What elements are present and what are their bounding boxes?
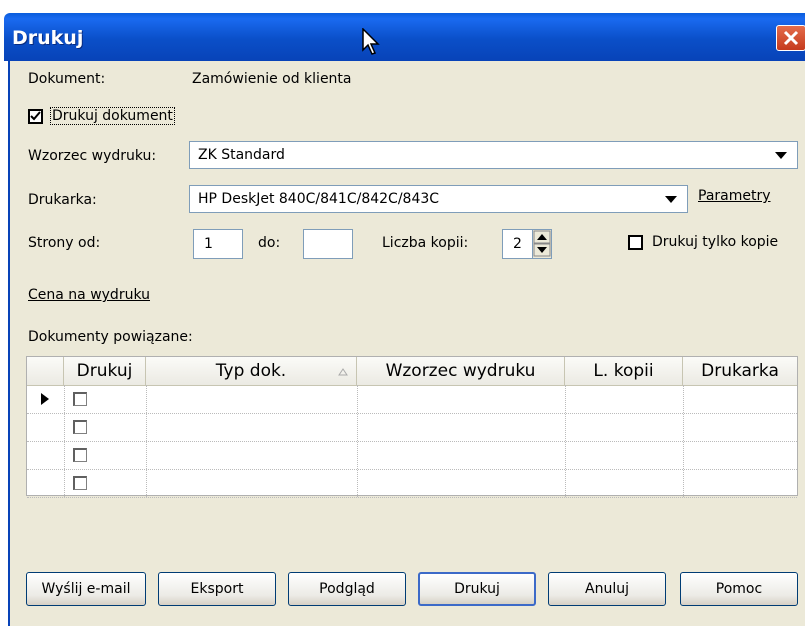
do-label: do: (258, 235, 281, 251)
table-row[interactable] (27, 441, 797, 470)
table-row[interactable] (27, 385, 797, 414)
eksport-button[interactable]: Eksport (158, 572, 276, 606)
drukarka-value: HP DeskJet 840C/841C/842C/843C (198, 191, 440, 207)
column-header-drukarka[interactable]: Drukarka (683, 357, 797, 385)
wzorzec-combo[interactable]: ZK Standard (189, 141, 798, 169)
column-header-wzorzec[interactable]: Wzorzec wydruku (357, 357, 565, 385)
dokument-value: Zamówienie od klienta (192, 71, 352, 87)
dialog-body: Dokument: Zamówienie od klienta Drukuj d… (8, 61, 805, 626)
kopie-spinner[interactable] (532, 230, 551, 258)
anuluj-button[interactable]: Anuluj (548, 572, 666, 606)
send-email-button[interactable]: Wyślij e-mail (26, 572, 146, 606)
grid-header: Drukuj Typ dok. Wzorzec wydruku L. kopii… (27, 357, 797, 386)
column-header-typ-dok-label: Typ dok. (215, 361, 287, 381)
spinner-arrows-icon[interactable] (533, 230, 551, 258)
table-row[interactable] (27, 413, 797, 442)
strony-do-input[interactable] (303, 229, 353, 259)
drukuj-dokument-label: Drukuj dokument (50, 107, 175, 125)
row-drukuj-checkbox[interactable] (73, 392, 87, 406)
column-header-l-kopii[interactable]: L. kopii (565, 357, 683, 385)
row-drukuj-checkbox[interactable] (73, 420, 87, 434)
parametry-link[interactable]: Parametry (698, 188, 771, 204)
strony-od-label: Strony od: (28, 235, 101, 251)
drukuj-dokument-box[interactable] (28, 109, 43, 124)
tylko-kopie-label: Drukuj tylko kopie (652, 234, 779, 250)
drukuj-button[interactable]: Drukuj (418, 572, 536, 606)
title-bar: Drukuj (0, 0, 805, 62)
podglad-button[interactable]: Podgląd (288, 572, 406, 606)
window-title: Drukuj (12, 27, 84, 49)
dropdown-arrow-icon[interactable] (775, 152, 787, 159)
checkmark-icon (30, 111, 41, 121)
pomoc-button[interactable]: Pomoc (680, 572, 798, 606)
liczba-kopii-input[interactable]: 2 (502, 229, 552, 259)
drukarka-label: Drukarka: (28, 192, 97, 208)
row-drukuj-checkbox[interactable] (73, 476, 87, 490)
mouse-cursor-icon (362, 28, 380, 55)
strony-od-value: 1 (204, 236, 213, 252)
tylko-kopie-box[interactable] (628, 235, 643, 250)
current-row-arrow-icon (41, 393, 49, 405)
dokument-label: Dokument: (28, 71, 106, 87)
sort-ascending-icon (338, 368, 348, 376)
dropdown-arrow-icon[interactable] (665, 196, 677, 203)
close-icon (783, 30, 799, 46)
column-header-drukuj[interactable]: Drukuj (64, 357, 146, 385)
row-drukuj-checkbox[interactable] (73, 448, 87, 462)
drukarka-combo[interactable]: HP DeskJet 840C/841C/842C/843C (189, 185, 688, 213)
strony-od-input[interactable]: 1 (193, 229, 243, 259)
liczba-kopii-label: Liczba kopii: (382, 235, 469, 251)
wzorzec-value: ZK Standard (198, 147, 285, 163)
wzorzec-label: Wzorzec wydruku: (28, 148, 157, 164)
liczba-kopii-value: 2 (513, 236, 522, 252)
cena-na-wydruku-link[interactable]: Cena na wydruku (28, 287, 150, 303)
drukuj-dokument-checkbox[interactable]: Drukuj dokument (28, 105, 208, 125)
close-button[interactable] (776, 25, 805, 51)
related-documents-grid: Drukuj Typ dok. Wzorzec wydruku L. kopii… (26, 356, 798, 498)
title-bar-background (4, 13, 805, 61)
table-row[interactable] (27, 469, 797, 498)
dokumenty-powiazane-label: Dokumenty powiązane: (28, 329, 193, 345)
drukuj-tylko-kopie-checkbox[interactable]: Drukuj tylko kopie (628, 233, 805, 253)
column-header-typ-dok[interactable]: Typ dok. (146, 357, 357, 385)
row-indicator-header (27, 357, 64, 385)
